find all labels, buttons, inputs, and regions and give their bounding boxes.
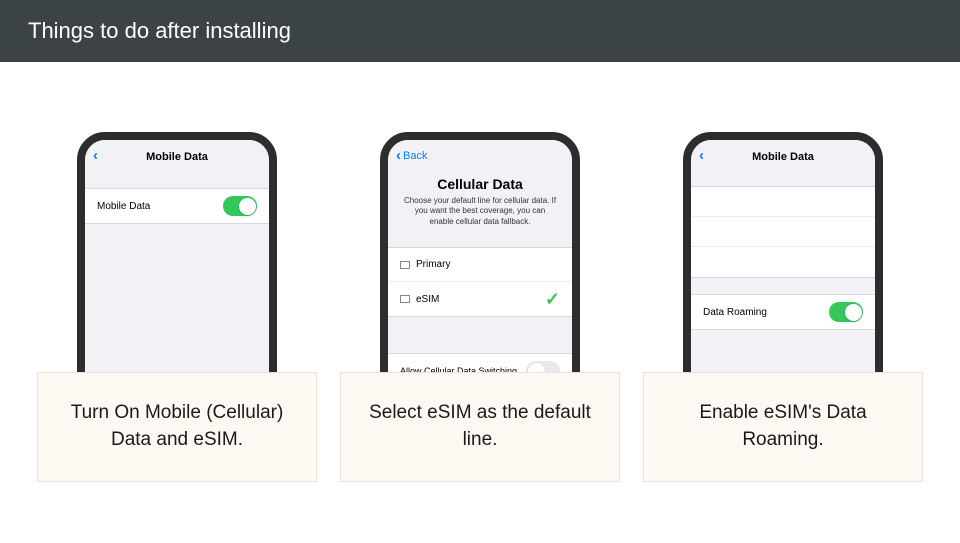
option-primary[interactable]: Primary xyxy=(388,248,572,282)
back-button[interactable]: ‹ xyxy=(699,148,706,163)
screen-subtitle: Choose your default line for cellular da… xyxy=(388,196,572,237)
caption-box-1: Turn On Mobile (Cellular) Data and eSIM. xyxy=(37,372,317,482)
checkmark-icon: ✓ xyxy=(545,289,560,310)
phone-nav: ‹ Back xyxy=(388,140,572,174)
back-button[interactable]: ‹ Back xyxy=(396,148,427,163)
data-switching-toggle[interactable] xyxy=(526,361,560,372)
switching-group: Allow Cellular Data Switching xyxy=(388,353,572,372)
line-options-group: Primary eSIM ✓ xyxy=(388,247,572,317)
caption-box-2: Select eSIM as the default line. xyxy=(340,372,620,482)
data-roaming-row[interactable]: Data Roaming xyxy=(691,295,875,329)
nav-title: Mobile Data xyxy=(146,151,208,163)
caption-box-3: Enable eSIM's Data Roaming. xyxy=(643,372,923,482)
phone-frame: ‹ Mobile Data Data Roaming xyxy=(683,132,883,372)
back-button[interactable]: ‹ xyxy=(93,148,100,163)
data-roaming-toggle[interactable] xyxy=(829,302,863,322)
phone-frame: ‹ Back Cellular Data Choose your default… xyxy=(380,132,580,372)
option-esim[interactable]: eSIM ✓ xyxy=(388,282,572,316)
content-stage: ‹ Mobile Data Mobile Data Turn On Mobile… xyxy=(0,62,960,543)
phone-mock-2: ‹ Back Cellular Data Choose your default… xyxy=(380,132,580,372)
caption-text: Turn On Mobile (Cellular) Data and eSIM. xyxy=(56,400,298,453)
data-switching-row[interactable]: Allow Cellular Data Switching xyxy=(388,354,572,372)
page-title: Things to do after installing xyxy=(28,18,291,44)
row-label: Mobile Data xyxy=(97,201,150,212)
header-bar: Things to do after installing xyxy=(0,0,960,62)
blank-row xyxy=(691,247,875,277)
roaming-group: Data Roaming xyxy=(691,294,875,330)
option-label: Primary xyxy=(416,259,450,270)
option-label: eSIM xyxy=(416,294,439,305)
phone-nav: ‹ Mobile Data xyxy=(691,140,875,174)
blank-row xyxy=(691,217,875,247)
back-label: Back xyxy=(403,150,427,162)
blank-row xyxy=(691,187,875,217)
phone-mock-1: ‹ Mobile Data Mobile Data xyxy=(77,132,277,372)
chevron-left-icon: ‹ xyxy=(93,148,98,163)
chevron-left-icon: ‹ xyxy=(699,148,704,163)
mobile-data-toggle[interactable] xyxy=(223,196,257,216)
caption-text: Select eSIM as the default line. xyxy=(359,400,601,453)
blank-group xyxy=(691,186,875,278)
phone-mock-3: ‹ Mobile Data Data Roaming xyxy=(683,132,883,372)
screen-title: Cellular Data xyxy=(388,174,572,196)
nav-title: Mobile Data xyxy=(752,151,814,163)
chevron-left-icon: ‹ xyxy=(396,148,401,163)
caption-text: Enable eSIM's Data Roaming. xyxy=(662,400,904,453)
row-label: Data Roaming xyxy=(703,307,767,318)
sim-badge-icon xyxy=(400,295,410,303)
sim-badge-icon xyxy=(400,261,410,269)
phone-nav: ‹ Mobile Data xyxy=(85,140,269,174)
settings-group: Mobile Data xyxy=(85,188,269,224)
phone-frame: ‹ Mobile Data Mobile Data xyxy=(77,132,277,372)
mobile-data-row[interactable]: Mobile Data xyxy=(85,189,269,223)
